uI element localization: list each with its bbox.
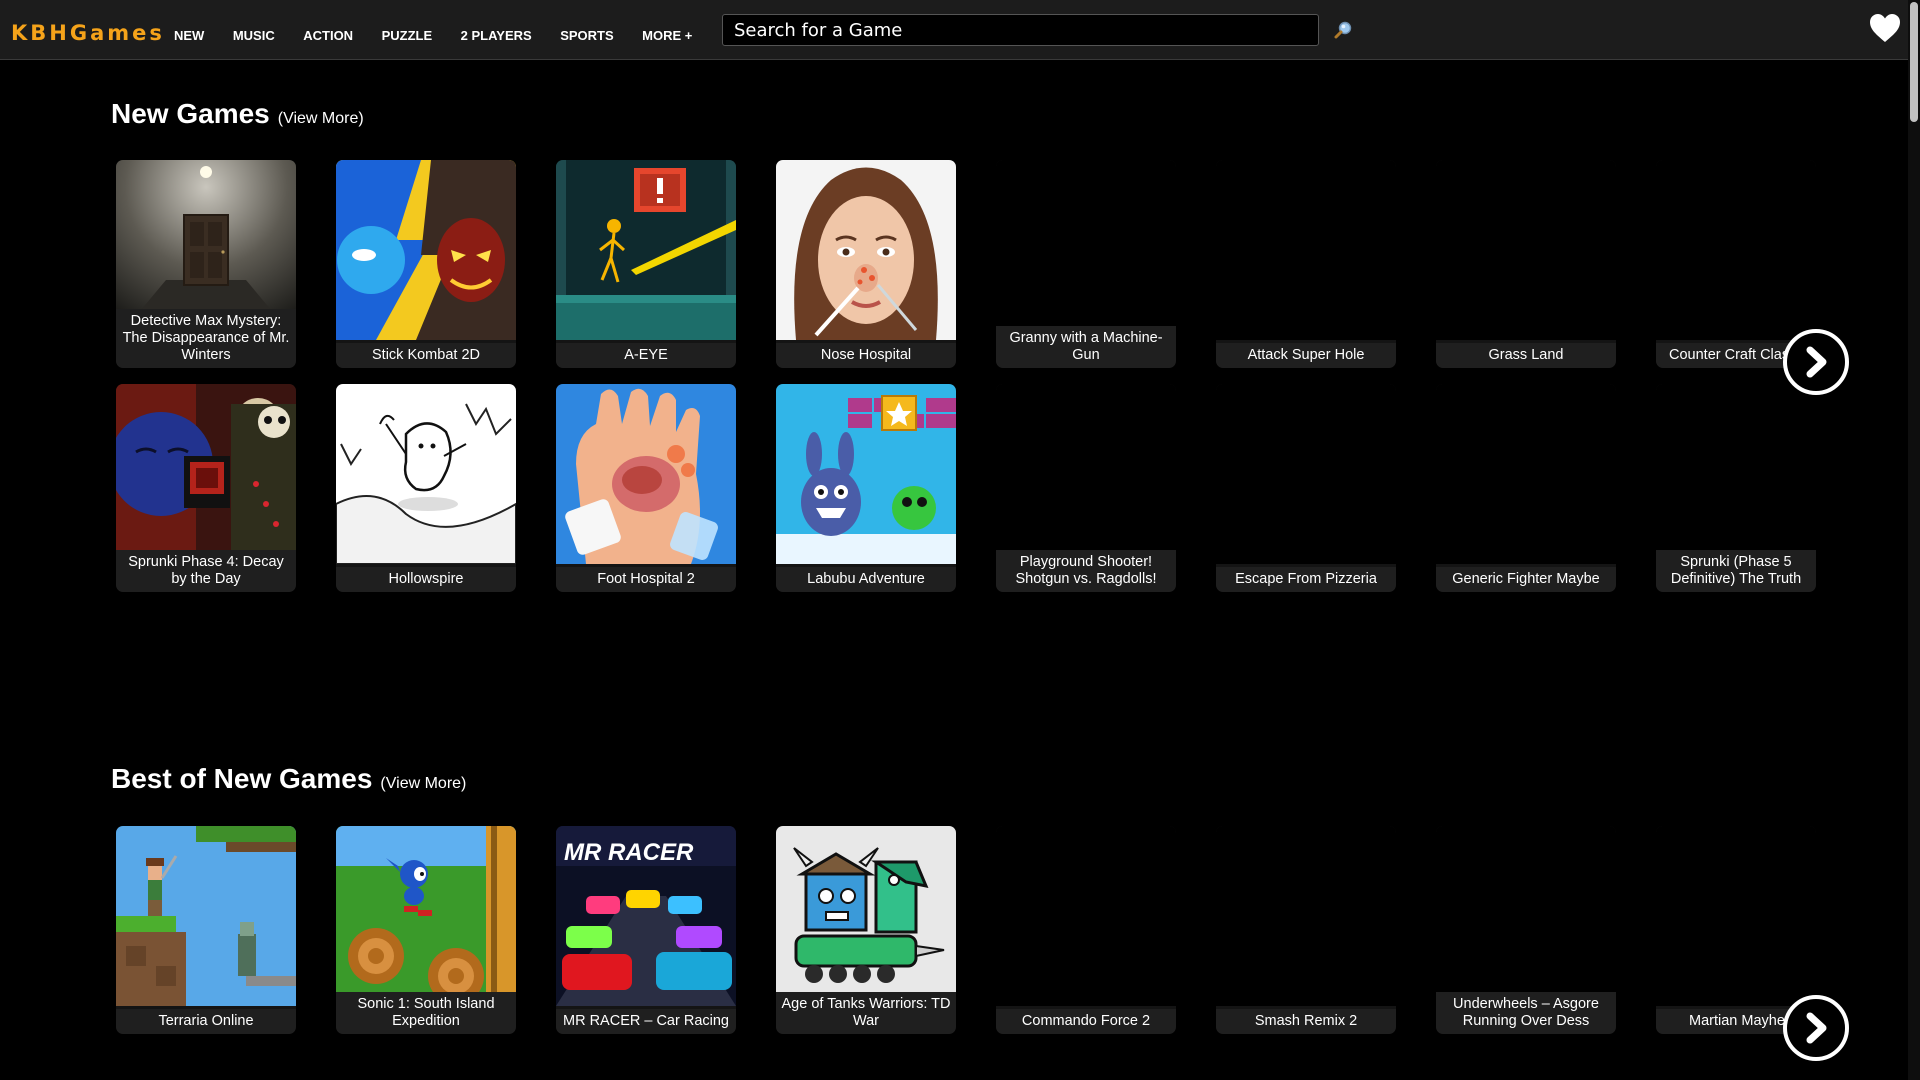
main-nav: NEW MUSIC ACTION PUZZLE 2 PLAYERS SPORTS… <box>174 28 721 43</box>
game-title: Smash Remix 2 <box>1216 1009 1396 1034</box>
game-thumbnail <box>776 826 956 1006</box>
mr-racer-thumb-text: MR RACER <box>564 839 694 866</box>
new-games-view-more[interactable]: (View More) <box>278 110 364 127</box>
game-title: Granny with a Machine-Gun <box>996 326 1176 368</box>
game-title: Stick Kombat 2D <box>336 343 516 368</box>
game-card[interactable]: Labubu Adventure <box>776 384 956 592</box>
magnifier-icon <box>1334 21 1352 39</box>
game-card[interactable]: Foot Hospital 2 <box>556 384 736 592</box>
game-title: Labubu Adventure <box>776 567 956 592</box>
game-title: Age of Tanks Warriors: TD War <box>776 992 956 1034</box>
game-card[interactable]: Escape From Pizzeria <box>1216 384 1396 592</box>
heart-icon <box>1870 14 1900 42</box>
game-thumbnail <box>556 160 736 340</box>
scrollbar-track[interactable] <box>1908 0 1920 1080</box>
game-card[interactable]: Playground Shooter! Shotgun vs. Ragdolls… <box>996 384 1176 592</box>
game-title: Attack Super Hole <box>1216 343 1396 368</box>
game-title: Playground Shooter! Shotgun vs. Ragdolls… <box>996 550 1176 592</box>
game-card[interactable]: Attack Super Hole <box>1216 160 1396 368</box>
chevron-right-icon <box>1806 1012 1827 1044</box>
best-new-games-view-more[interactable]: (View More) <box>380 775 466 792</box>
game-title: Sprunki Phase 4: Decay by the Day <box>116 550 296 592</box>
best-new-games-next-button[interactable] <box>1783 995 1849 1061</box>
nav-2-players[interactable]: 2 PLAYERS <box>461 28 532 43</box>
game-card[interactable]: Detective Max Mystery: The Disappearance… <box>116 160 296 368</box>
game-thumbnail <box>116 826 296 1006</box>
best-new-games-title: Best of New Games <box>111 763 373 794</box>
game-card[interactable]: Smash Remix 2 <box>1216 826 1396 1034</box>
game-title: Hollowspire <box>336 567 516 592</box>
chevron-right-icon <box>1806 346 1827 378</box>
game-thumbnail <box>996 384 1176 564</box>
game-thumbnail <box>996 826 1176 1006</box>
game-title: Grass Land <box>1436 343 1616 368</box>
game-thumbnail <box>1436 384 1616 564</box>
search-input[interactable] <box>722 14 1319 46</box>
nav-puzzle[interactable]: PUZZLE <box>382 28 433 43</box>
game-title: Generic Fighter Maybe <box>1436 567 1616 592</box>
game-thumbnail <box>1216 384 1396 564</box>
game-title: Escape From Pizzeria <box>1216 567 1396 592</box>
game-thumbnail <box>336 160 516 340</box>
game-card[interactable]: Counter Craft Clas <box>1656 160 1816 368</box>
game-card[interactable]: MR RACER MR RACER – Car Racing <box>556 826 736 1034</box>
game-thumbnail <box>776 384 956 564</box>
game-thumbnail <box>336 826 516 1006</box>
game-card[interactable]: Granny with a Machine-Gun <box>996 160 1176 368</box>
game-thumbnail: MR RACER <box>556 826 736 1006</box>
game-card[interactable]: Stick Kombat 2D <box>336 160 516 368</box>
game-thumbnail <box>996 160 1176 340</box>
scrollbar-thumb[interactable] <box>1910 2 1918 122</box>
game-card[interactable]: Age of Tanks Warriors: TD War <box>776 826 956 1034</box>
nav-music[interactable]: MUSIC <box>233 28 275 43</box>
game-card[interactable]: Terraria Online <box>116 826 296 1034</box>
game-thumbnail <box>1656 160 1816 340</box>
game-title: Terraria Online <box>116 1009 296 1034</box>
game-card[interactable]: Grass Land <box>1436 160 1616 368</box>
game-thumbnail <box>556 384 736 564</box>
nav-more[interactable]: MORE + <box>642 28 692 43</box>
game-thumbnail <box>1216 826 1396 1006</box>
game-card[interactable]: Martian Mayhe <box>1656 826 1816 1034</box>
new-games-grid: Detective Max Mystery: The Disappearance… <box>116 160 1816 592</box>
best-new-games-heading: Best of New Games (View More) <box>111 763 466 795</box>
best-new-games-grid: Terraria Online Sonic 1: South Island Ex… <box>116 826 1816 1034</box>
game-thumbnail <box>1216 160 1396 340</box>
favorites-button[interactable] <box>1868 12 1902 44</box>
nav-sports[interactable]: SPORTS <box>560 28 613 43</box>
game-title: Detective Max Mystery: The Disappearance… <box>116 309 296 368</box>
new-games-next-button[interactable] <box>1783 329 1849 395</box>
top-bar: KBHGames NEW MUSIC ACTION PUZZLE 2 PLAYE… <box>0 0 1908 60</box>
game-title: Sprunki (Phase 5 Definitive) The Truth <box>1656 550 1816 592</box>
nav-new[interactable]: NEW <box>174 28 204 43</box>
game-thumbnail <box>1436 160 1616 340</box>
game-thumbnail <box>1656 384 1816 564</box>
site-logo[interactable]: KBHGames <box>11 21 165 45</box>
game-card[interactable]: Hollowspire <box>336 384 516 592</box>
game-card[interactable]: Sprunki Phase 4: Decay by the Day <box>116 384 296 592</box>
new-games-title: New Games <box>111 98 270 129</box>
game-thumbnail <box>1656 826 1816 1006</box>
game-card[interactable]: Nose Hospital <box>776 160 956 368</box>
new-games-heading: New Games (View More) <box>111 98 364 130</box>
game-card[interactable]: Sprunki (Phase 5 Definitive) The Truth <box>1656 384 1816 592</box>
game-title: Sonic 1: South Island Expedition <box>336 992 516 1034</box>
game-card[interactable]: Generic Fighter Maybe <box>1436 384 1616 592</box>
game-title: Underwheels – Asgore Running Over Dess <box>1436 992 1616 1034</box>
game-thumbnail <box>116 384 296 564</box>
game-card[interactable]: Underwheels – Asgore Running Over Dess <box>1436 826 1616 1034</box>
game-title: Nose Hospital <box>776 343 956 368</box>
game-title: A-EYE <box>556 343 736 368</box>
game-thumbnail <box>336 384 516 564</box>
game-thumbnail <box>776 160 956 340</box>
nav-action[interactable]: ACTION <box>303 28 353 43</box>
game-title: Commando Force 2 <box>996 1009 1176 1034</box>
game-thumbnail <box>1436 826 1616 1006</box>
game-title: MR RACER – Car Racing <box>556 1009 736 1034</box>
game-card[interactable]: Sonic 1: South Island Expedition <box>336 826 516 1034</box>
game-title: Foot Hospital 2 <box>556 567 736 592</box>
game-card[interactable]: Commando Force 2 <box>996 826 1176 1034</box>
search-button[interactable] <box>1331 17 1357 43</box>
game-card[interactable]: A-EYE <box>556 160 736 368</box>
